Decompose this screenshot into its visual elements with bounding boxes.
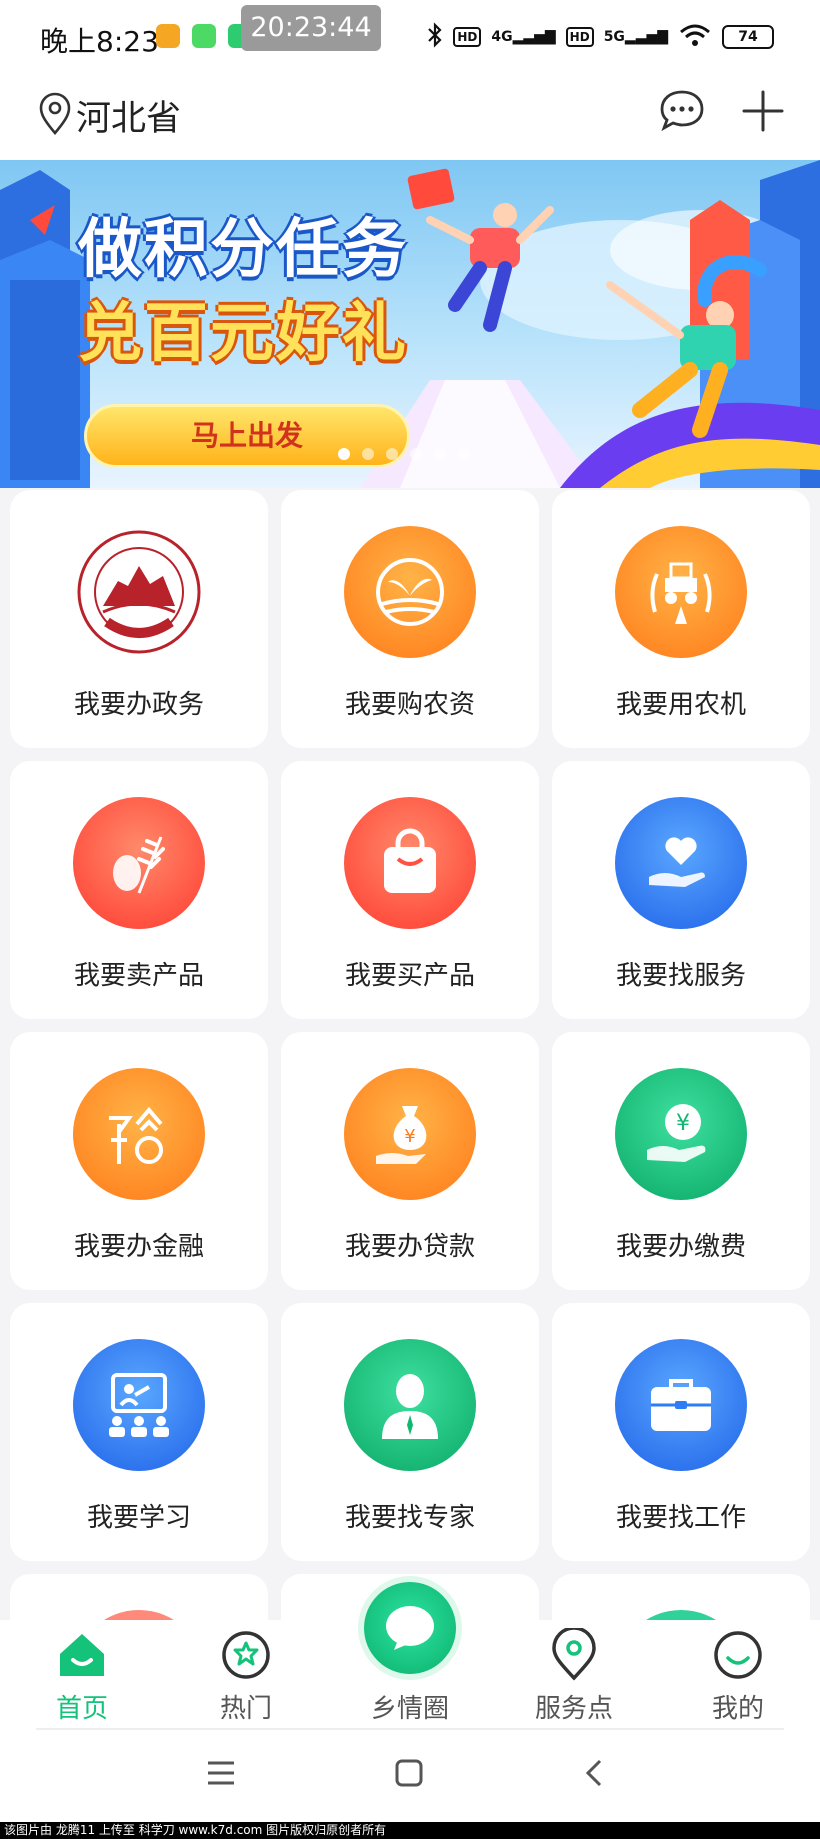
center-community-button[interactable] bbox=[364, 1582, 456, 1674]
grid-item-label: 我要找服务 bbox=[615, 961, 746, 991]
grid-item-label: 我要办政务 bbox=[73, 690, 204, 720]
nav-label: 服务点 bbox=[534, 1694, 613, 1724]
hebei-government-seal-icon bbox=[73, 526, 205, 658]
grid-item-buy-farm-supplies[interactable]: 我要购农资 bbox=[281, 490, 539, 748]
battery-indicator: 74 bbox=[722, 25, 774, 49]
home-icon bbox=[60, 1634, 104, 1676]
grid-item-loan[interactable]: ¥ 我要办贷款 bbox=[281, 1032, 539, 1290]
status-time: 晚上8:23 bbox=[40, 25, 159, 58]
map-pin-icon bbox=[552, 1628, 596, 1681]
partial-icon bbox=[615, 1610, 747, 1620]
grid-item-label: 我要办金融 bbox=[73, 1232, 204, 1262]
shopping-bag-icon bbox=[344, 797, 476, 929]
pagination-dot[interactable] bbox=[362, 448, 374, 460]
grid-item-label: 我要买产品 bbox=[344, 961, 475, 991]
bluetooth-icon bbox=[427, 22, 443, 52]
banner-title-line2: 兑百元好礼 bbox=[78, 297, 408, 371]
promo-banner[interactable]: 做积分任务 兑百元好礼 马上出发 bbox=[0, 160, 820, 488]
tractor-icon bbox=[615, 526, 747, 658]
briefcase-icon bbox=[615, 1339, 747, 1471]
nav-label: 首页 bbox=[55, 1694, 108, 1724]
grid-item-partial[interactable] bbox=[552, 1574, 810, 1620]
hot-flower-icon bbox=[222, 1631, 270, 1679]
hd-badge: HD bbox=[453, 27, 482, 47]
grid-item-learning[interactable]: 我要学习 bbox=[10, 1303, 268, 1561]
location-selector[interactable]: 河北省 bbox=[76, 90, 181, 141]
grid-item-label: 我要办贷款 bbox=[344, 1232, 475, 1262]
pagination-dot[interactable] bbox=[410, 448, 422, 460]
signal-5g-icon: 5G▂▃▅▇ bbox=[603, 29, 668, 45]
partial-icon bbox=[73, 1610, 205, 1620]
net-4g-label: 4G bbox=[491, 29, 513, 45]
grid-item-buy-products[interactable]: 我要买产品 bbox=[281, 761, 539, 1019]
classroom-icon bbox=[73, 1339, 205, 1471]
nav-label: 乡情圈 bbox=[370, 1694, 449, 1724]
screen-record-clock: 20:23:44 bbox=[241, 5, 381, 51]
nav-community[interactable]: 乡情圈 bbox=[328, 1682, 492, 1725]
grid-item-partial[interactable] bbox=[10, 1574, 268, 1620]
nav-service-point[interactable]: 服务点 bbox=[492, 1628, 656, 1725]
pagination-dot[interactable] bbox=[458, 448, 470, 460]
banner-title-line1: 做积分任务 bbox=[78, 213, 408, 287]
nav-label: 我的 bbox=[711, 1694, 764, 1724]
grid-item-sell-products[interactable]: 我要卖产品 bbox=[10, 761, 268, 1019]
grid-item-label: 我要找工作 bbox=[615, 1503, 746, 1533]
money-bag-icon: ¥ bbox=[344, 1068, 476, 1200]
grid-item-label: 我要卖产品 bbox=[73, 961, 204, 991]
app-header: 河北省 bbox=[0, 72, 820, 160]
sprout-icon bbox=[344, 526, 476, 658]
grid-item-label: 我要办缴费 bbox=[615, 1232, 746, 1262]
status-bar: 晚上8:23 20:23:44 HD 4G▂▃▅▇ HD 5G▂▃▅▇ 74 bbox=[0, 0, 820, 72]
download-icon bbox=[192, 24, 216, 48]
watermark-footer: 该图片由 龙腾11 上传至 科学刀 www.k7d.com 图片版权归原创者所有 bbox=[0, 1822, 820, 1839]
home-square-icon[interactable] bbox=[394, 1758, 424, 1788]
banner-pagination bbox=[338, 448, 470, 460]
system-navigation-bar bbox=[0, 1730, 820, 1822]
nav-home[interactable]: 首页 bbox=[0, 1628, 164, 1725]
svg-text:¥: ¥ bbox=[404, 1126, 415, 1147]
nav-label: 热门 bbox=[219, 1694, 272, 1724]
nav-mine[interactable]: 我的 bbox=[656, 1628, 820, 1725]
expert-person-icon bbox=[344, 1339, 476, 1471]
grid-item-payment[interactable]: ¥ 我要办缴费 bbox=[552, 1032, 810, 1290]
grid-item-label: 我要学习 bbox=[86, 1503, 191, 1533]
grid-item-find-expert[interactable]: 我要找专家 bbox=[281, 1303, 539, 1561]
svg-text:¥: ¥ bbox=[676, 1111, 690, 1136]
hd-badge-2: HD bbox=[565, 27, 594, 47]
message-icon[interactable] bbox=[658, 88, 706, 134]
grid-item-label: 我要用农机 bbox=[615, 690, 746, 720]
smile-face-icon bbox=[714, 1631, 762, 1679]
menu-icon[interactable] bbox=[206, 1760, 236, 1786]
pagination-dot[interactable] bbox=[386, 448, 398, 460]
yen-hand-icon: ¥ bbox=[615, 1068, 747, 1200]
heart-hand-icon bbox=[615, 797, 747, 929]
finance-yu-icon bbox=[73, 1068, 205, 1200]
add-icon[interactable] bbox=[740, 88, 786, 134]
notification-app-icon bbox=[156, 24, 180, 48]
grid-item-find-job[interactable]: 我要找工作 bbox=[552, 1303, 810, 1561]
grid-item-label: 我要找专家 bbox=[344, 1503, 475, 1533]
grid-item-find-service[interactable]: 我要找服务 bbox=[552, 761, 810, 1019]
grid-item-finance[interactable]: 我要办金融 bbox=[10, 1032, 268, 1290]
wheat-icon bbox=[73, 797, 205, 929]
pagination-dot[interactable] bbox=[338, 448, 350, 460]
nav-hot[interactable]: 热门 bbox=[164, 1628, 328, 1725]
grid-item-label: 我要购农资 bbox=[344, 690, 475, 720]
grid-item-government[interactable]: 我要办政务 bbox=[10, 490, 268, 748]
pagination-dot[interactable] bbox=[434, 448, 446, 460]
wifi-icon bbox=[678, 22, 712, 52]
grid-item-farm-machinery[interactable]: 我要用农机 bbox=[552, 490, 810, 748]
signal-4g-icon: 4G▂▃▅▇ bbox=[491, 29, 556, 45]
location-pin-icon[interactable] bbox=[38, 92, 72, 136]
back-icon[interactable] bbox=[582, 1758, 606, 1788]
net-5g-label: 5G bbox=[603, 29, 625, 45]
chat-bubble-icon bbox=[386, 1606, 434, 1650]
